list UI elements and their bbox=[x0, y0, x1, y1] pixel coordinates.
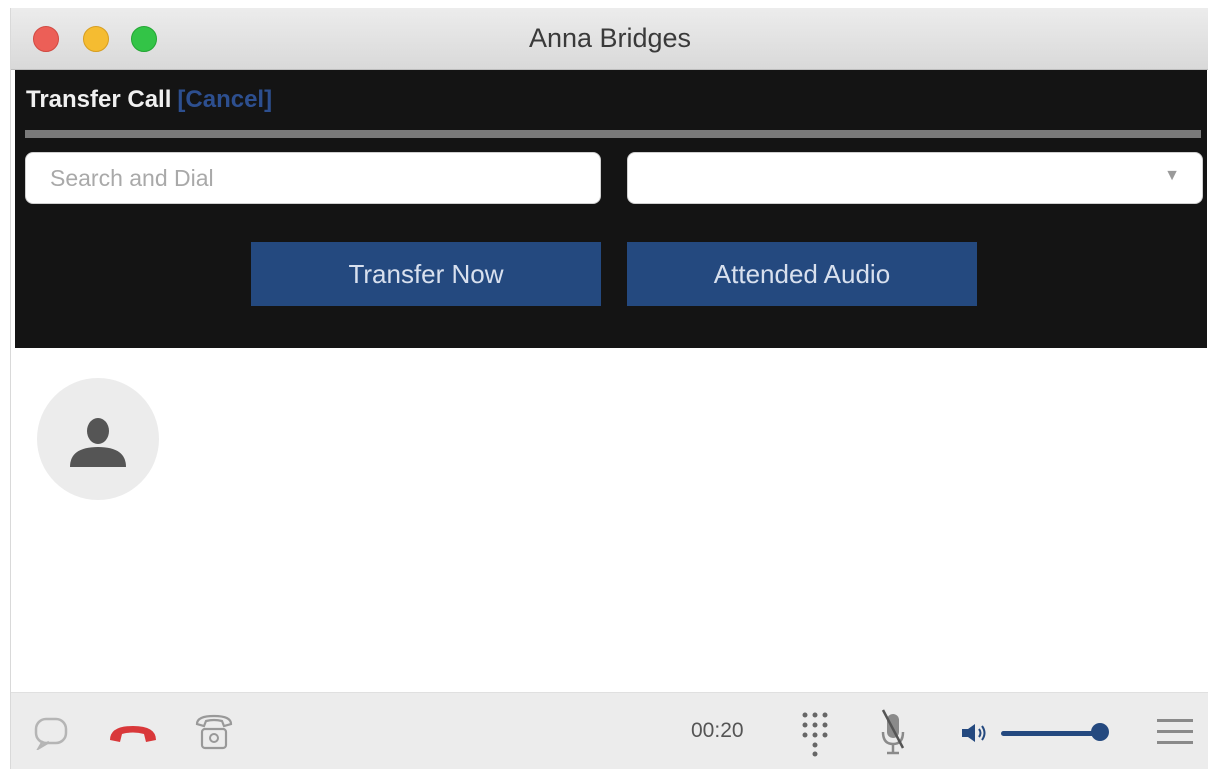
volume-icon[interactable] bbox=[959, 721, 989, 745]
chat-icon[interactable] bbox=[31, 715, 71, 751]
call-window: Anna Bridges Transfer Call[Cancel] ▼ Tra… bbox=[10, 8, 1208, 769]
call-timer: 00:20 bbox=[691, 719, 744, 742]
phone-icon[interactable] bbox=[191, 711, 237, 753]
chevron-down-icon: ▼ bbox=[1164, 167, 1180, 184]
dialpad-icon[interactable] bbox=[797, 709, 833, 759]
window-title: Anna Bridges bbox=[528, 23, 692, 53]
title-bar: Anna Bridges bbox=[11, 8, 1208, 70]
call-toolbar: 00:20 bbox=[11, 692, 1208, 769]
transfer-panel: Transfer Call[Cancel] ▼ Transfer Now Att… bbox=[15, 70, 1207, 348]
transfer-header: Transfer Call [Cancel] bbox=[26, 86, 272, 114]
transfer-heading: Transfer Call bbox=[26, 86, 172, 113]
menu-icon[interactable] bbox=[1155, 715, 1195, 749]
mute-mic-icon[interactable] bbox=[877, 707, 909, 759]
avatar bbox=[37, 378, 159, 500]
cancel-link[interactable]: [Cancel] bbox=[177, 86, 272, 113]
transfer-now-button[interactable]: Transfer Now bbox=[251, 242, 601, 306]
volume-slider-handle[interactable] bbox=[1091, 723, 1109, 741]
divider bbox=[25, 130, 1201, 138]
search-and-dial-input[interactable] bbox=[25, 152, 601, 204]
volume-slider[interactable] bbox=[1001, 731, 1099, 736]
hangup-icon[interactable] bbox=[105, 717, 161, 749]
user-icon bbox=[70, 418, 126, 467]
attended-audio-button[interactable]: Attended Audio bbox=[627, 242, 977, 306]
line-select-dropdown[interactable]: ▼ bbox=[627, 152, 1203, 204]
